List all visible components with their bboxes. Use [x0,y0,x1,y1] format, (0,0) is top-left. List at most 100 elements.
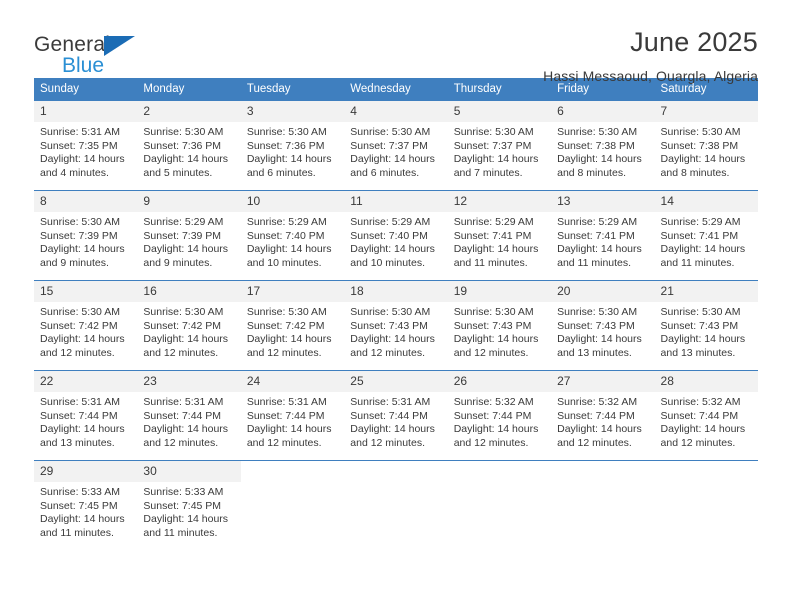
general-blue-logo[interactable]: General Blue [34,26,154,77]
day-number [447,461,552,468]
sunrise-text: Sunrise: 5:33 AM [143,486,224,498]
sunrise-text: Sunrise: 5:30 AM [453,306,534,318]
day-number: 27 [551,371,655,392]
day-number: 23 [137,371,241,392]
day-details: Sunrise: 5:33 AM Sunset: 7:45 PM Daylight:… [137,482,240,540]
daylight-text: Daylight: 14 hours and 4 minutes. [40,153,125,179]
calendar-day-cell[interactable]: 11 Sunrise: 5:29 AM Sunset: 7:40 PM Dayligh… [344,190,448,281]
day-details: Sunrise: 5:29 AM Sunset: 7:40 PM Daylight:… [241,212,344,270]
daylight-text: Daylight: 14 hours and 11 minutes. [557,243,642,269]
day-details: Sunrise: 5:29 AM Sunset: 7:41 PM Daylight:… [448,212,551,270]
day-cell-inner: 14 Sunrise: 5:29 AM Sunset: 7:41 PM Dayligh… [654,191,758,280]
sunset-text: Sunset: 7:45 PM [143,499,222,512]
day-cell-inner [654,461,758,551]
day-details: Sunrise: 5:31 AM Sunset: 7:44 PM Daylight:… [137,392,240,450]
day-number: 17 [240,281,345,302]
day-cell-inner: 11 Sunrise: 5:29 AM Sunset: 7:40 PM Dayligh… [344,191,448,280]
day-number: 25 [344,371,448,392]
day-cell-inner: 5 Sunrise: 5:30 AM Sunset: 7:37 PM Daylight… [447,101,552,190]
calendar-day-cell[interactable]: 26 Sunrise: 5:32 AM Sunset: 7:44 PM Dayligh… [447,370,552,461]
calendar-day-cell[interactable]: 12 Sunrise: 5:29 AM Sunset: 7:41 PM Dayligh… [447,190,552,281]
calendar-day-cell[interactable]: 28 Sunrise: 5:32 AM Sunset: 7:44 PM Dayligh… [654,370,758,461]
calendar-week-row: 22 Sunrise: 5:31 AM Sunset: 7:44 PM Dayligh… [34,370,758,461]
day-cell-inner: 9 Sunrise: 5:29 AM Sunset: 7:39 PM Daylight… [137,191,241,280]
calendar-day-cell[interactable]: 30 Sunrise: 5:33 AM Sunset: 7:45 PM Dayligh… [137,460,241,551]
calendar-day-cell[interactable]: 2 Sunrise: 5:30 AM Sunset: 7:36 PM Daylight… [137,100,241,191]
day-number: 14 [654,191,758,212]
calendar-day-cell[interactable]: 20 Sunrise: 5:30 AM Sunset: 7:43 PM Dayligh… [551,280,655,371]
day-cell-inner: 26 Sunrise: 5:32 AM Sunset: 7:44 PM Dayligh… [447,371,552,460]
calendar-day-cell[interactable]: 6 Sunrise: 5:30 AM Sunset: 7:38 PM Daylight… [551,100,655,191]
sunset-text: Sunset: 7:37 PM [350,139,428,152]
day-details: Sunrise: 5:30 AM Sunset: 7:42 PM Daylight:… [34,302,137,360]
day-details: Sunrise: 5:31 AM Sunset: 7:35 PM Daylight:… [34,122,137,180]
calendar-day-cell[interactable]: 17 Sunrise: 5:30 AM Sunset: 7:42 PM Dayligh… [240,280,345,371]
daylight-text: Daylight: 14 hours and 11 minutes. [453,243,539,269]
day-number: 11 [344,191,448,212]
calendar-empty-cell [240,460,345,551]
calendar-day-cell[interactable]: 13 Sunrise: 5:29 AM Sunset: 7:41 PM Dayligh… [551,190,655,281]
calendar-day-cell[interactable]: 4 Sunrise: 5:30 AM Sunset: 7:37 PM Daylight… [344,100,448,191]
sunset-text: Sunset: 7:43 PM [557,319,635,332]
calendar-day-cell[interactable]: 14 Sunrise: 5:29 AM Sunset: 7:41 PM Dayligh… [654,190,758,281]
day-number: 12 [447,191,552,212]
sunrise-text: Sunrise: 5:29 AM [660,216,741,228]
day-details: Sunrise: 5:30 AM Sunset: 7:39 PM Daylight:… [34,212,137,270]
day-number [654,461,758,468]
sunset-text: Sunset: 7:38 PM [557,139,635,152]
calendar-day-cell[interactable]: 5 Sunrise: 5:30 AM Sunset: 7:37 PM Daylight… [447,100,552,191]
logo-blue-label: Blue [62,54,105,77]
calendar-day-cell[interactable]: 29 Sunrise: 5:33 AM Sunset: 7:45 PM Dayligh… [34,460,138,551]
day-number: 24 [240,371,345,392]
calendar-day-cell[interactable]: 23 Sunrise: 5:31 AM Sunset: 7:44 PM Dayligh… [137,370,241,461]
sunset-text: Sunset: 7:40 PM [246,229,325,242]
calendar-day-cell[interactable]: 9 Sunrise: 5:29 AM Sunset: 7:39 PM Daylight… [137,190,241,281]
day-details: Sunrise: 5:30 AM Sunset: 7:37 PM Daylight:… [344,122,447,180]
sunset-text: Sunset: 7:44 PM [350,409,428,422]
day-cell-inner: 24 Sunrise: 5:31 AM Sunset: 7:44 PM Dayligh… [240,371,345,460]
day-details: Sunrise: 5:30 AM Sunset: 7:43 PM Daylight:… [655,302,758,360]
calendar-day-cell[interactable]: 21 Sunrise: 5:30 AM Sunset: 7:43 PM Dayligh… [654,280,758,371]
sunrise-text: Sunrise: 5:30 AM [350,306,431,318]
sunrise-text: Sunrise: 5:31 AM [40,396,120,408]
calendar-day-cell[interactable]: 27 Sunrise: 5:32 AM Sunset: 7:44 PM Dayligh… [551,370,655,461]
calendar-day-cell[interactable]: 18 Sunrise: 5:30 AM Sunset: 7:43 PM Dayligh… [344,280,448,371]
day-cell-inner [447,461,552,551]
day-details: Sunrise: 5:33 AM Sunset: 7:45 PM Daylight:… [34,482,137,540]
calendar-page: General Blue June 2025 Hassi Messaoud, O… [0,0,792,612]
calendar-day-cell[interactable]: 10 Sunrise: 5:29 AM Sunset: 7:40 PM Dayligh… [240,190,345,281]
day-details: Sunrise: 5:30 AM Sunset: 7:36 PM Daylight:… [137,122,240,180]
day-details: Sunrise: 5:30 AM Sunset: 7:43 PM Daylight:… [448,302,551,360]
calendar-day-cell[interactable]: 24 Sunrise: 5:31 AM Sunset: 7:44 PM Dayligh… [240,370,345,461]
sunset-text: Sunset: 7:36 PM [246,139,325,152]
daylight-text: Daylight: 14 hours and 9 minutes. [40,243,125,269]
sunrise-text: Sunrise: 5:29 AM [143,216,224,228]
calendar-table: Sunday Monday Tuesday Wednesday Thursday Frid… [34,78,758,551]
sunrise-text: Sunrise: 5:30 AM [660,306,741,318]
day-cell-inner: 15 Sunrise: 5:30 AM Sunset: 7:42 PM Dayligh… [34,281,138,370]
daylight-text: Daylight: 14 hours and 12 minutes. [143,333,229,359]
sunrise-text: Sunrise: 5:31 AM [350,396,431,408]
calendar-day-cell[interactable]: 1 Sunrise: 5:31 AM Sunset: 7:35 PM Daylight… [34,100,138,191]
calendar-day-cell[interactable]: 22 Sunrise: 5:31 AM Sunset: 7:44 PM Dayligh… [34,370,138,461]
sunrise-text: Sunrise: 5:31 AM [246,396,327,408]
weekday-header-cell: Sunday [34,78,138,101]
day-cell-inner: 28 Sunrise: 5:32 AM Sunset: 7:44 PM Dayligh… [654,371,758,460]
day-details: Sunrise: 5:30 AM Sunset: 7:38 PM Daylight:… [551,122,654,180]
calendar-day-cell[interactable]: 3 Sunrise: 5:30 AM Sunset: 7:36 PM Daylight… [240,100,345,191]
daylight-text: Daylight: 14 hours and 13 minutes. [40,423,125,449]
calendar-day-cell[interactable]: 8 Sunrise: 5:30 AM Sunset: 7:39 PM Daylight… [34,190,138,281]
sunrise-text: Sunrise: 5:32 AM [453,396,534,408]
calendar-day-cell[interactable]: 16 Sunrise: 5:30 AM Sunset: 7:42 PM Dayligh… [137,280,241,371]
sunrise-text: Sunrise: 5:32 AM [557,396,638,408]
calendar-day-cell[interactable]: 19 Sunrise: 5:30 AM Sunset: 7:43 PM Dayligh… [447,280,552,371]
day-number: 10 [240,191,345,212]
calendar-empty-cell [344,460,448,551]
calendar-day-cell[interactable]: 25 Sunrise: 5:31 AM Sunset: 7:44 PM Dayligh… [344,370,448,461]
day-cell-inner [344,461,448,551]
sunset-text: Sunset: 7:36 PM [143,139,222,152]
calendar-day-cell[interactable]: 7 Sunrise: 5:30 AM Sunset: 7:38 PM Daylight… [654,100,758,191]
day-cell-inner: 12 Sunrise: 5:29 AM Sunset: 7:41 PM Dayligh… [447,191,552,280]
calendar-day-cell[interactable]: 15 Sunrise: 5:30 AM Sunset: 7:42 PM Dayligh… [34,280,138,371]
daylight-text: Daylight: 14 hours and 12 minutes. [246,333,332,359]
